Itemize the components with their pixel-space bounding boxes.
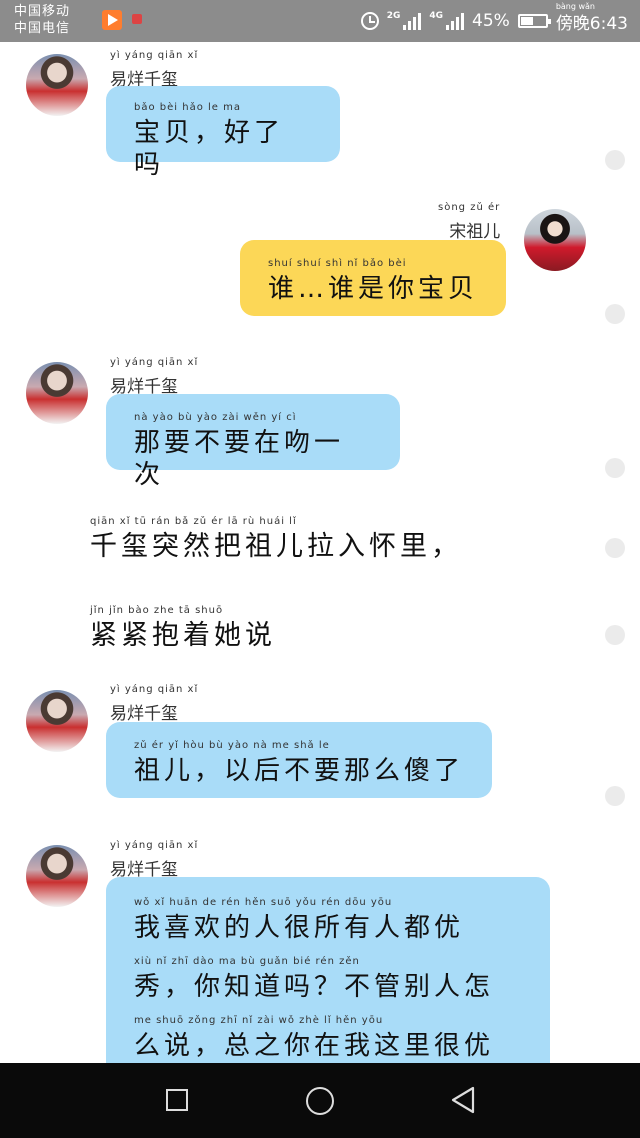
message-line: wǒ xǐ huān de rén hěn suō yǒu rén dōu yō… xyxy=(134,897,522,944)
message-bubble-left[interactable]: zǔ ér yǐ hòu bù yào nà me shǎ le 祖儿，以后不要… xyxy=(106,722,492,798)
message-text: 那要不要在吻一次 xyxy=(134,428,345,490)
message-text: 宝贝，好了吗 xyxy=(134,118,285,180)
select-circle[interactable] xyxy=(605,786,625,806)
message-bubble-right[interactable]: shuí shuí shì nǐ bǎo bèi 谁…谁是你宝贝 xyxy=(240,240,506,316)
message-bubble-left[interactable]: bǎo bèi hǎo le ma 宝贝，好了吗 xyxy=(106,86,340,180)
sender-label: 易烊千玺 xyxy=(110,704,178,724)
clock-time: 傍晚6:43 xyxy=(555,13,628,34)
alarm-icon xyxy=(360,12,379,30)
message-pinyin: nà yào bù yào zài wěn yí cì xyxy=(134,412,297,423)
carrier-1: 中国移动 xyxy=(14,4,71,19)
narration-line: 紧紧抱着她说 xyxy=(90,620,276,651)
home-icon[interactable] xyxy=(306,1087,334,1115)
narration-text: qiān xǐ tū rán bǎ zǔ ér lā rù huái lǐ 千玺… xyxy=(90,516,462,563)
message-pinyin: wǒ xǐ huān de rén hěn suō yǒu rén dōu yō… xyxy=(134,897,393,908)
sender-name: yì yáng qiān xǐ 易烊千玺 xyxy=(110,50,198,90)
message-line: me shuō zǒng zhī nǐ zài wǒ zhè lǐ hěn yō… xyxy=(134,1015,522,1062)
sender-name: yì yáng qiān xǐ 易烊千玺 xyxy=(110,840,198,880)
message-pinyin: me shuō zǒng zhī nǐ zài wǒ zhè lǐ hěn yō… xyxy=(134,1015,384,1026)
message-pinyin: shuí shuí shì nǐ bǎo bèi xyxy=(268,258,407,269)
battery-icon xyxy=(517,14,551,28)
signal-icon-2: 4G xyxy=(429,11,465,30)
app-icon xyxy=(102,10,122,30)
message-pinyin: xiù nǐ zhī dào ma bù guǎn bié rén zěn xyxy=(134,956,360,967)
narration-text: jǐn jǐn bào zhe tā shuō 紧紧抱着她说 xyxy=(90,605,276,652)
notification-icon xyxy=(132,14,142,24)
narration-pinyin: qiān xǐ tū rán bǎ zǔ ér lā rù huái lǐ xyxy=(90,516,297,527)
sender-name: yì yáng qiān xǐ 易烊千玺 xyxy=(110,684,198,724)
navigation-bar xyxy=(0,1063,640,1138)
message-text: 么说，总之你在我这里很优 xyxy=(134,1031,495,1061)
sender-name: sòng zǔ ér 宋祖儿 xyxy=(438,202,500,242)
network-type-2: 4G xyxy=(429,11,444,21)
narration-pinyin: jǐn jǐn bào zhe tā shuō xyxy=(90,605,224,616)
sender-pinyin: yì yáng qiān xǐ xyxy=(110,357,199,368)
sender-pinyin: yì yáng qiān xǐ xyxy=(110,840,199,851)
carrier-info: 中国移动 中国电信 xyxy=(14,3,70,37)
message-pinyin: bǎo bèi hǎo le ma xyxy=(134,102,241,113)
message-line: xiù nǐ zhī dào ma bù guǎn bié rén zěn 秀，… xyxy=(134,956,522,1003)
select-circle[interactable] xyxy=(605,458,625,478)
select-circle[interactable] xyxy=(605,304,625,324)
battery-percent: 45% xyxy=(472,11,510,31)
select-circle[interactable] xyxy=(605,150,625,170)
message-text: 我喜欢的人很所有人都优 xyxy=(134,913,465,943)
clock: bàng wǎn 傍晚6:43 xyxy=(555,2,628,34)
sender-label: 宋祖儿 xyxy=(449,222,501,242)
status-right: 2G 4G 45% bàng wǎn 傍晚6:43 xyxy=(360,2,628,34)
back-icon[interactable] xyxy=(449,1085,479,1115)
avatar-qianxi[interactable] xyxy=(26,845,88,907)
avatar-qianxi[interactable] xyxy=(26,362,88,424)
avatar-qianxi[interactable] xyxy=(26,690,88,752)
recent-apps-icon[interactable] xyxy=(166,1089,188,1111)
network-type-1: 2G xyxy=(386,11,401,21)
sender-pinyin: sòng zǔ ér xyxy=(438,202,501,213)
message-bubble-left[interactable]: nà yào bù yào zài wěn yí cì 那要不要在吻一次 xyxy=(106,394,400,490)
sender-pinyin: yì yáng qiān xǐ xyxy=(110,50,199,61)
select-circle[interactable] xyxy=(605,625,625,645)
message-bubble-left[interactable]: wǒ xǐ huān de rén hěn suō yǒu rén dōu yō… xyxy=(106,877,550,1077)
signal-icon: 2G xyxy=(386,11,422,30)
narration-line: 千玺突然把祖儿拉入怀里， xyxy=(90,531,462,562)
carrier-2: 中国电信 xyxy=(14,21,71,36)
message-text: 谁…谁是你宝贝 xyxy=(268,274,479,304)
message-pinyin: zǔ ér yǐ hòu bù yào nà me shǎ le xyxy=(134,740,330,751)
sender-pinyin: yì yáng qiān xǐ xyxy=(110,684,199,695)
message-text: 秀，你知道吗？不管别人怎 xyxy=(134,972,495,1002)
avatar-qianxi[interactable] xyxy=(26,54,88,116)
clock-pinyin: bàng wǎn xyxy=(555,1,595,11)
select-circle[interactable] xyxy=(605,538,625,558)
avatar-zuer[interactable] xyxy=(524,209,586,271)
status-bar: 中国移动 中国电信 2G 4G 45% bàng wǎn 傍晚6:43 xyxy=(0,0,640,42)
sender-name: yì yáng qiān xǐ 易烊千玺 xyxy=(110,357,198,397)
message-text: 祖儿，以后不要那么傻了 xyxy=(134,756,465,786)
